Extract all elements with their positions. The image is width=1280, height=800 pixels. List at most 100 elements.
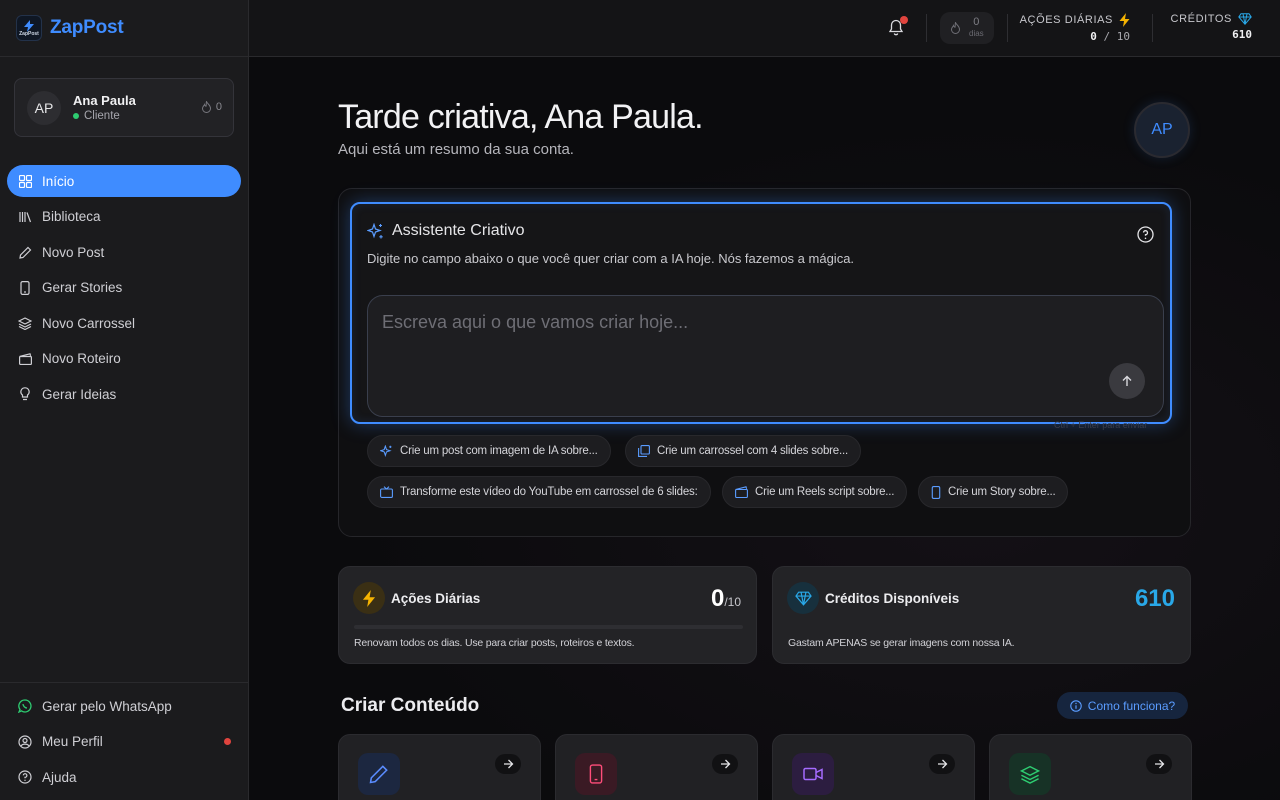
phone-icon [18,280,32,295]
daily-actions-separator: / [1103,30,1111,43]
credits-value: 610 [1232,28,1252,41]
sidebar-item-label: Novo Post [42,244,105,260]
topbar-divider [1152,14,1153,42]
credits-stat: CRÉDITOS 610 [1171,13,1252,41]
main-nav: Início Biblioteca Novo Post Gerar Storie… [7,165,241,414]
whatsapp-icon [18,699,32,713]
user-circle-icon [18,734,32,749]
create-script-tile[interactable] [772,734,975,800]
sidebar-item-label: Meu Perfil [42,734,103,749]
assistant-panel: Assistente Criativo Digite no campo abai… [350,202,1172,424]
suggestion-chip[interactable]: Crie um carrossel com 4 slides sobre... [625,435,861,467]
streak-unit: dias [969,29,984,38]
sidebar-item-gerar-stories[interactable]: Gerar Stories [7,272,241,304]
grid-icon [18,174,32,188]
sidebar-item-whatsapp[interactable]: Gerar pelo WhatsApp [7,690,241,722]
help-circle-icon [18,770,32,784]
topbar-divider [1007,14,1008,42]
arrow-right-icon[interactable] [1146,754,1172,774]
sparkles-icon [380,444,392,457]
daily-actions-total: 10 [1116,30,1130,43]
user-streak-value: 0 [215,101,222,113]
credits-label-text: CRÉDITOS [1170,13,1232,25]
daily-actions-stat: AÇÕES DIÁRIAS 0 / 10 [1020,13,1130,43]
suggestion-chip[interactable]: Crie um Reels script sobre... [722,476,908,508]
sidebar-item-label: Novo Roteiro [42,351,121,366]
user-streak: 0 [201,101,222,113]
daily-actions-card-description: Renovam todos os dias. Use para criar po… [354,637,635,649]
avatar[interactable]: AP [1134,102,1190,158]
suggestion-chip-label: Crie um carrossel com 4 slides sobre... [657,445,848,457]
arrow-right-icon[interactable] [495,754,521,774]
sidebar-item-meu-perfil[interactable]: Meu Perfil [7,726,241,758]
brand[interactable]: ZapPost ZapPost [0,0,248,57]
arrow-right-icon[interactable] [929,754,955,774]
sidebar-item-ajuda[interactable]: Ajuda [7,761,241,793]
create-story-tile[interactable] [555,734,758,800]
gallery-icon [638,445,650,457]
how-it-works-label: Como funciona? [1087,698,1176,713]
user-name: Ana Paula [73,93,136,108]
phone-icon [575,753,617,795]
send-button[interactable] [1109,363,1145,399]
sidebar-item-label: Ajuda [42,769,77,785]
daily-actions-card-title: Ações Diárias [391,591,481,606]
arrow-right-icon[interactable] [712,754,738,774]
sidebar-item-gerar-ideias[interactable]: Gerar Ideias [7,378,241,410]
notifications-button[interactable] [888,16,908,41]
daily-actions-count: 0 [710,585,725,612]
clapperboard-icon [735,486,748,498]
help-circle-icon [1137,226,1154,243]
sidebar-item-novo-carrossel[interactable]: Novo Carrossel [7,307,241,339]
suggestion-chip[interactable]: Crie um Story sobre... [918,476,1069,508]
streak-count: 0 [973,16,980,28]
prompt-input[interactable] [382,312,1082,372]
daily-actions-value: 0 / 10 [1020,30,1130,43]
page-subtitle: Aqui está um resumo da sua conta. [338,141,574,158]
layers-icon [1009,753,1051,795]
user-role-label: Cliente [84,110,120,122]
help-button[interactable] [1137,226,1154,248]
suggestion-chip-label: Crie um Reels script sobre... [755,486,895,498]
credits-card-description: Gastam APENAS se gerar imagens com nossa… [788,637,1015,649]
user-role: Cliente [73,110,136,122]
lightbulb-icon [18,387,32,401]
sidebar-item-inicio[interactable]: Início [7,165,241,197]
avatar: AP [27,90,61,125]
phone-icon [931,485,941,499]
daily-actions-card: Ações Diárias 0/10 Renovam todos os dias… [338,566,757,664]
how-it-works-button[interactable]: Como funciona? [1057,692,1188,719]
suggestion-chip[interactable]: Transforme este vídeo do YouTube em carr… [367,476,711,508]
assistant-description: Digite no campo abaixo o que você quer c… [367,251,855,266]
section-title: Criar Conteúdo [341,695,480,716]
notification-badge [900,16,908,24]
streak-value: 0 dias [969,17,984,39]
user-card[interactable]: AP Ana Paula Cliente 0 [14,78,234,137]
suggestion-chip[interactable]: Crie um post com imagem de IA sobre... [367,435,611,467]
sidebar-item-label: Gerar pelo WhatsApp [42,698,172,714]
layers-icon [18,316,32,330]
info-icon [1070,699,1082,712]
sidebar-item-label: Biblioteca [42,209,101,224]
flame-icon [201,101,211,113]
sparkles-icon [367,222,383,238]
daily-actions-used: 0 [1090,30,1097,43]
credits-label: CRÉDITOS [1171,13,1252,25]
create-post-tile[interactable] [338,734,541,800]
zap-logo-icon [24,19,34,32]
brand-logo-text: ZapPost [19,30,39,37]
assistant-title-text: Assistente Criativo [392,222,525,239]
bottom-nav: Gerar pelo WhatsApp Meu Perfil Ajuda [7,690,241,797]
sidebar-item-biblioteca[interactable]: Biblioteca [7,201,241,233]
suggestion-chip-label: Crie um Story sobre... [948,486,1056,498]
sidebar-divider [0,682,248,683]
daily-actions-card-value: 0/10 [711,585,741,613]
sidebar-item-novo-roteiro[interactable]: Novo Roteiro [7,343,241,375]
streak-pill[interactable]: 0 dias [940,12,994,44]
tv-icon [380,486,393,498]
user-info: Ana Paula Cliente [73,93,136,122]
credits-card: Créditos Disponíveis 610 Gastam APENAS s… [772,566,1191,664]
create-carousel-tile[interactable] [989,734,1192,800]
daily-actions-label: AÇÕES DIÁRIAS [1020,13,1130,27]
sidebar-item-novo-post[interactable]: Novo Post [7,236,241,268]
